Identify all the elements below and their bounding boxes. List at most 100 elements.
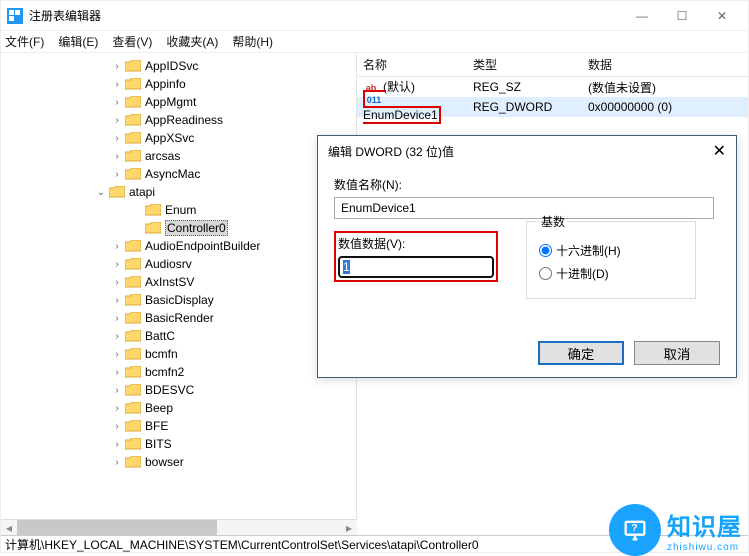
expand-toggle-icon[interactable]: › [109, 421, 125, 432]
header-type[interactable]: 类型 [467, 56, 582, 73]
tree-item-audiosrv[interactable]: › Audiosrv [1, 255, 356, 273]
expand-toggle-icon[interactable]: › [109, 331, 125, 342]
expand-toggle-icon[interactable]: › [109, 403, 125, 414]
tree-item-atapi[interactable]: ⌄ atapi [1, 183, 356, 201]
tree-item-label: BattC [145, 329, 175, 343]
maximize-button[interactable]: ☐ [662, 1, 702, 31]
expand-toggle-icon[interactable]: › [109, 241, 125, 252]
menu-view[interactable]: 查看(V) [112, 33, 152, 50]
status-path: 计算机\HKEY_LOCAL_MACHINE\SYSTEM\CurrentCon… [5, 536, 479, 553]
tree-item-bowser[interactable]: › bowser [1, 453, 356, 471]
tree-item-axinstsv[interactable]: ›AxInstSV [1, 273, 356, 291]
expand-toggle-icon[interactable]: › [109, 79, 125, 90]
cancel-button[interactable]: 取消 [634, 341, 720, 365]
tree-item-basicdisplay[interactable]: ›BasicDisplay [1, 291, 356, 309]
folder-icon [145, 222, 161, 234]
expand-toggle-icon[interactable]: › [109, 349, 125, 360]
tree-item-asyncmac[interactable]: ›AsyncMac [1, 165, 356, 183]
value-data-label: 数值数据(V): [338, 235, 494, 252]
folder-icon [125, 384, 141, 396]
tree-item-enum[interactable]: Enum [1, 201, 356, 219]
folder-icon [125, 294, 141, 306]
menu-favorites[interactable]: 收藏夹(A) [166, 33, 218, 50]
expand-toggle-icon[interactable]: › [109, 133, 125, 144]
expand-toggle-icon[interactable]: › [109, 277, 125, 288]
tree-item-label: bowser [145, 455, 184, 469]
tree-item-label: Appinfo [145, 77, 186, 91]
radio-hex[interactable]: 十六进制(H) [539, 242, 683, 259]
dword-icon: 011 [366, 92, 382, 108]
folder-icon [145, 204, 161, 216]
radio-hex-input[interactable] [539, 244, 552, 257]
value-type: REG_SZ [467, 80, 582, 94]
header-name[interactable]: 名称 [357, 56, 467, 73]
expand-toggle-icon[interactable]: › [109, 259, 125, 270]
tree-item-appidsvc[interactable]: › AppIDSvc [1, 57, 356, 75]
value-data-input[interactable] [338, 256, 494, 278]
expand-toggle-icon[interactable]: › [109, 313, 125, 324]
value-type: REG_DWORD [467, 100, 582, 114]
tree-item-basicrender[interactable]: ›BasicRender [1, 309, 356, 327]
tree-item-bcmfn[interactable]: ›bcmfn [1, 345, 356, 363]
tree-item-audioendpointbuilder[interactable]: ›AudioEndpointBuilder [1, 237, 356, 255]
tree-item-bdesvc[interactable]: ›BDESVC [1, 381, 356, 399]
minimize-button[interactable]: — [622, 1, 662, 31]
tree-item-appreadiness[interactable]: › AppReadiness [1, 111, 356, 129]
tree-item-bits[interactable]: ›BITS [1, 435, 356, 453]
value-row[interactable]: 011EnumDevice1REG_DWORD0x00000000 (0) [357, 97, 748, 117]
value-data: (数值未设置) [582, 79, 722, 96]
tree-item-appmgmt[interactable]: › AppMgmt [1, 93, 356, 111]
expand-toggle-icon[interactable]: › [109, 97, 125, 108]
folder-icon [125, 168, 141, 180]
folder-icon [125, 60, 141, 72]
expand-toggle-icon[interactable]: › [109, 367, 125, 378]
list-header: 名称 类型 数据 [357, 53, 748, 77]
close-button[interactable]: ✕ [702, 1, 742, 31]
tree-item-battc[interactable]: › BattC [1, 327, 356, 345]
menu-help[interactable]: 帮助(H) [232, 33, 273, 50]
tree-item-beep[interactable]: ›Beep [1, 399, 356, 417]
folder-icon [125, 438, 141, 450]
folder-icon [125, 132, 141, 144]
tree-item-appinfo[interactable]: › Appinfo [1, 75, 356, 93]
expand-toggle-icon[interactable]: › [109, 151, 125, 162]
dialog-close-icon[interactable]: ✕ [713, 141, 726, 161]
expand-toggle-icon[interactable]: › [109, 295, 125, 306]
expand-toggle-icon[interactable]: ⌄ [93, 187, 109, 198]
scroll-left-arrow[interactable]: ◂ [1, 520, 17, 535]
tree-item-label: Audiosrv [145, 257, 192, 271]
tree-item-controller0[interactable]: Controller0 [1, 219, 356, 237]
folder-icon [125, 456, 141, 468]
folder-icon [125, 258, 141, 270]
header-data[interactable]: 数据 [582, 56, 722, 73]
folder-icon [109, 186, 125, 198]
menu-file[interactable]: 文件(F) [5, 33, 44, 50]
tree-item-label: AppMgmt [145, 95, 196, 109]
expand-toggle-icon[interactable]: › [109, 61, 125, 72]
tree-item-label: AppIDSvc [145, 59, 198, 73]
tree-pane[interactable]: ›AppIDSvc›Appinfo›AppMgmt›AppReadiness›A… [1, 53, 357, 537]
tree-horizontal-scrollbar[interactable]: ◂ ▸ [1, 519, 357, 535]
expand-toggle-icon[interactable]: › [109, 457, 125, 468]
folder-icon [125, 78, 141, 90]
tree-item-arcsas[interactable]: ›arcsas [1, 147, 356, 165]
scroll-thumb[interactable] [17, 520, 217, 535]
watermark-icon: ? [609, 504, 661, 556]
expand-toggle-icon[interactable]: › [109, 385, 125, 396]
tree-item-label: BFE [145, 419, 168, 433]
base-legend: 基数 [539, 213, 567, 230]
radio-dec[interactable]: 十进制(D) [539, 265, 683, 282]
tree-item-appxsvc[interactable]: ›AppXSvc [1, 129, 356, 147]
ok-button[interactable]: 确定 [538, 341, 624, 365]
scroll-right-arrow[interactable]: ▸ [341, 520, 357, 535]
title-bar: 注册表编辑器 — ☐ ✕ [1, 1, 748, 31]
expand-toggle-icon[interactable]: › [109, 169, 125, 180]
tree-item-label: AppReadiness [145, 113, 223, 127]
tree-item-bcmfn2[interactable]: ›bcmfn2 [1, 363, 356, 381]
menu-edit[interactable]: 编辑(E) [58, 33, 98, 50]
tree-item-label: atapi [129, 185, 155, 199]
expand-toggle-icon[interactable]: › [109, 115, 125, 126]
expand-toggle-icon[interactable]: › [109, 439, 125, 450]
tree-item-bfe[interactable]: › BFE [1, 417, 356, 435]
radio-dec-input[interactable] [539, 267, 552, 280]
